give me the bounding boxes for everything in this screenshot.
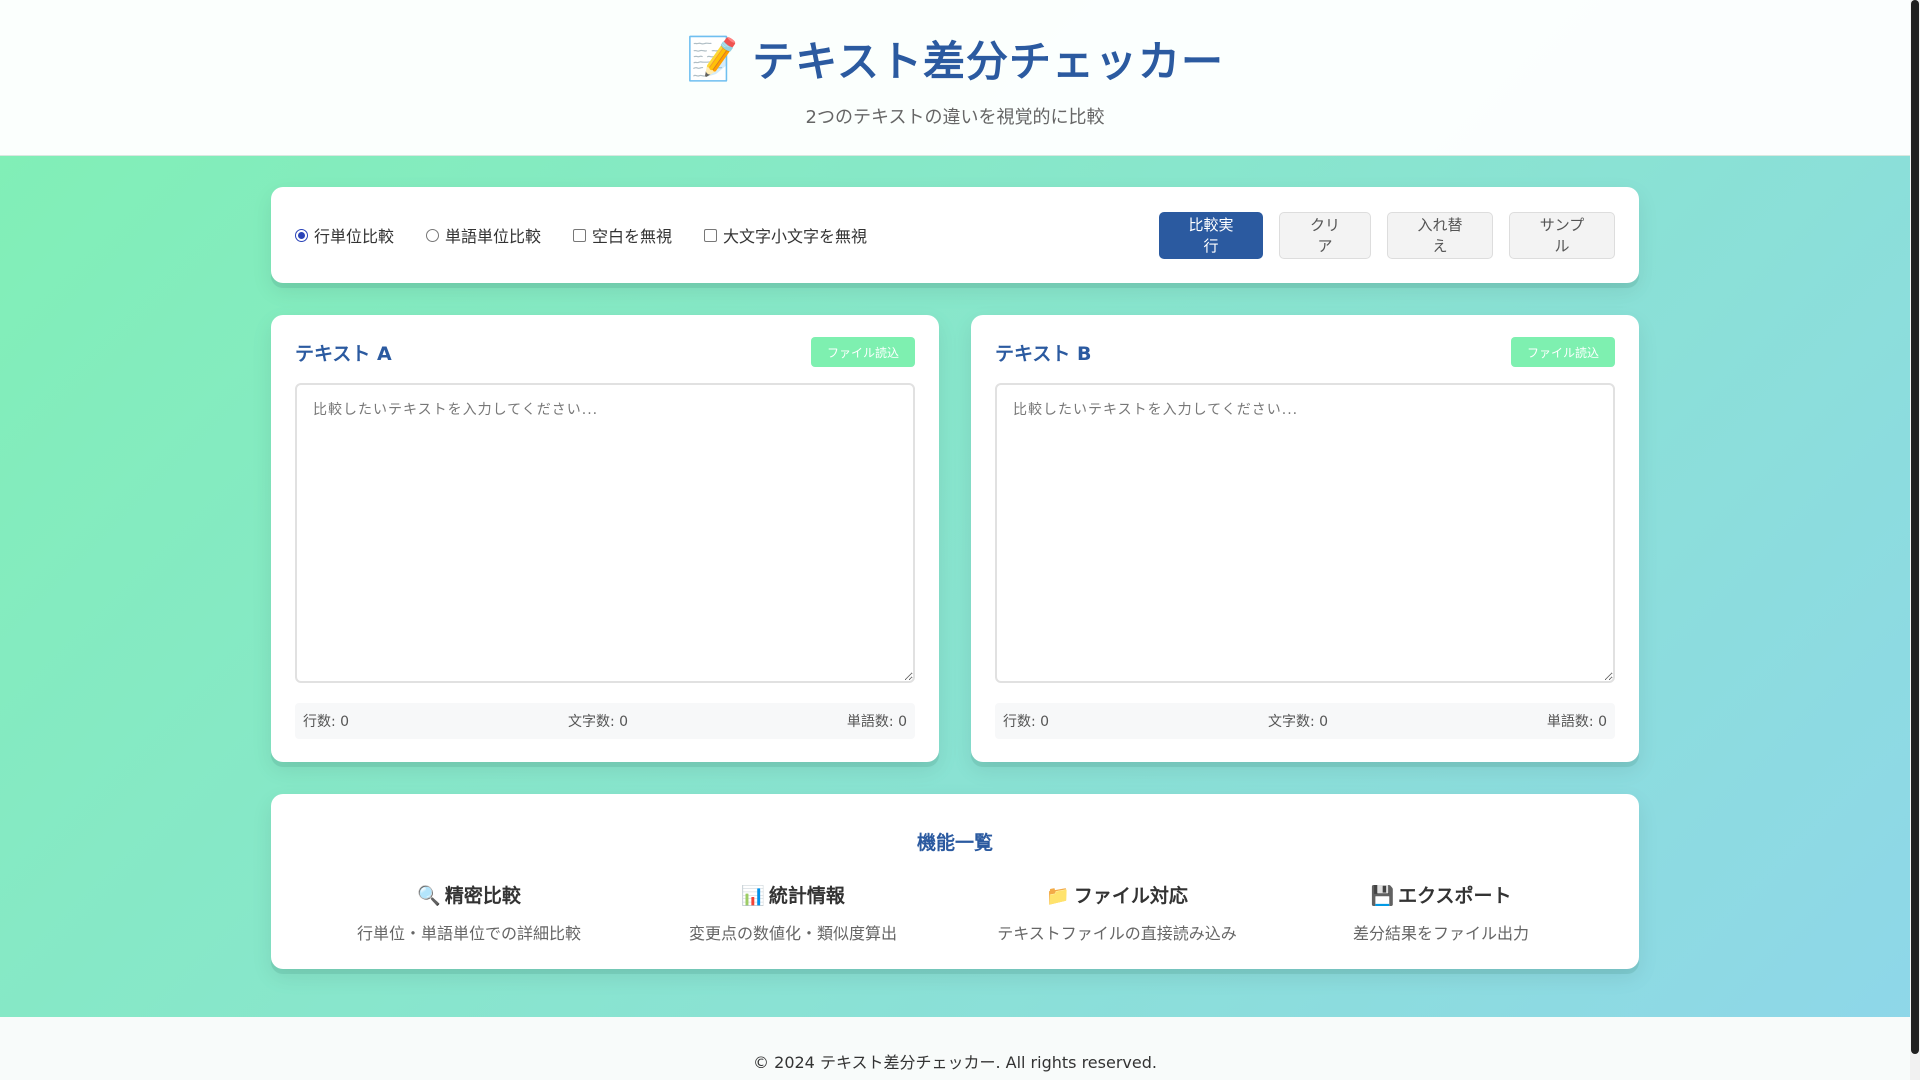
panel-header: テキスト B ファイル読込 xyxy=(995,337,1615,367)
features-section: 機能一覧 🔍 精密比較 行単位・単語単位での詳細比較 📊 統計情報 変更点の数値化・… xyxy=(271,794,1639,969)
magnifier-icon: 🔍 xyxy=(417,885,441,907)
clear-button[interactable]: クリア xyxy=(1279,211,1371,259)
line-count: 行数: 0 xyxy=(1003,714,1050,730)
feature-label: ファイル対応 xyxy=(1073,885,1188,907)
file-load-button-a[interactable]: ファイル読込 xyxy=(811,337,915,367)
site-footer: © 2024 テキスト差分チェッカー. All rights reserved. xyxy=(0,1017,1910,1080)
feature-description: テキストファイルの直接読み込み xyxy=(997,924,1237,943)
vertical-scrollbar[interactable] xyxy=(1910,0,1920,1080)
bar-chart-icon: 📊 xyxy=(741,885,765,907)
site-header: 📝 テキスト差分チェッカー 2つのテキストの違いを視覚的に比較 xyxy=(0,0,1910,156)
line-compare-radio[interactable] xyxy=(295,228,308,242)
text-input-a[interactable] xyxy=(295,383,915,683)
memo-icon: 📝 xyxy=(685,33,739,83)
swap-button[interactable]: 入れ替え xyxy=(1387,211,1493,259)
floppy-disk-icon: 💾 xyxy=(1370,885,1395,907)
feature-description: 差分結果をファイル出力 xyxy=(1352,924,1529,943)
folder-icon: 📁 xyxy=(1046,885,1070,907)
feature-label: 精密比較 xyxy=(444,885,521,907)
stats-bar-a: 行数: 0 文字数: 0 単語数: 0 xyxy=(295,703,915,739)
panel-title-a: テキスト A xyxy=(295,342,392,365)
text-panel-b: テキスト B ファイル読込 行数: 0 文字数: 0 単語数: 0 xyxy=(971,315,1639,762)
option-label: 空白を無視 xyxy=(592,227,673,246)
scrollbar-thumb[interactable] xyxy=(1911,0,1919,1054)
compare-button[interactable]: 比較実行 xyxy=(1159,211,1263,259)
stats-bar-b: 行数: 0 文字数: 0 単語数: 0 xyxy=(995,703,1615,739)
text-input-b[interactable] xyxy=(995,383,1615,683)
feature-label: エクスポート xyxy=(1398,885,1512,907)
ignore-whitespace-checkbox[interactable] xyxy=(573,228,587,242)
feature-item: 🔍 精密比較 行単位・単語単位での詳細比較 xyxy=(319,881,619,944)
title-row: 📝 テキスト差分チェッカー xyxy=(686,28,1224,89)
ignore-case-checkbox[interactable] xyxy=(704,228,718,242)
option-label: 単語単位比較 xyxy=(445,227,542,246)
feature-name: 🔍 精密比較 xyxy=(319,881,619,908)
text-panel-a: テキスト A ファイル読込 行数: 0 文字数: 0 単語数: 0 xyxy=(271,315,939,762)
feature-name: 📁 ファイル対応 xyxy=(967,881,1267,908)
feature-item: 💾 エクスポート 差分結果をファイル出力 xyxy=(1291,881,1591,944)
page-subtitle: 2つのテキストの違いを視覚的に比較 xyxy=(805,107,1105,128)
copyright-text: © 2024 テキスト差分チェッカー. All rights reserved. xyxy=(753,1053,1157,1072)
main-container: 行単位比較 単語単位比較 空白を無視 大文字小文字を無視 比較実行 クリア 入れ… xyxy=(271,187,1639,969)
option-ignore-case[interactable]: 大文字小文字を無視 xyxy=(704,223,867,247)
word-count: 単語数: 0 xyxy=(1546,714,1607,730)
feature-name: 📊 統計情報 xyxy=(643,881,943,908)
features-title: 機能一覧 xyxy=(916,832,993,854)
feature-description: 行単位・単語単位での詳細比較 xyxy=(356,924,581,943)
feature-item: 📊 統計情報 変更点の数値化・類似度算出 xyxy=(643,881,943,944)
page: 📝 テキスト差分チェッカー 2つのテキストの違いを視覚的に比較 行単位比較 単語… xyxy=(0,0,1910,1080)
compare-options: 行単位比較 単語単位比較 空白を無視 大文字小文字を無視 xyxy=(295,223,867,247)
feature-item: 📁 ファイル対応 テキストファイルの直接読み込み xyxy=(967,881,1267,944)
panel-header: テキスト A ファイル読込 xyxy=(295,337,915,367)
controls-bar: 行単位比較 単語単位比較 空白を無視 大文字小文字を無視 比較実行 クリア 入れ… xyxy=(271,187,1639,283)
feature-grid: 🔍 精密比較 行単位・単語単位での詳細比較 📊 統計情報 変更点の数値化・類似度算出… xyxy=(271,881,1639,944)
feature-name: 💾 エクスポート xyxy=(1291,881,1591,908)
option-ignore-whitespace[interactable]: 空白を無視 xyxy=(573,223,672,247)
option-label: 大文字小文字を無視 xyxy=(723,227,868,246)
char-count: 文字数: 0 xyxy=(1267,714,1329,730)
word-count: 単語数: 0 xyxy=(846,714,907,730)
option-line-compare[interactable]: 行単位比較 xyxy=(295,223,394,247)
page-title: テキスト差分チェッカー xyxy=(752,37,1225,86)
word-compare-radio[interactable] xyxy=(426,228,440,242)
feature-description: 変更点の数値化・類似度算出 xyxy=(688,924,897,943)
option-label: 行単位比較 xyxy=(314,227,395,246)
char-count: 文字数: 0 xyxy=(567,714,629,730)
file-load-button-b[interactable]: ファイル読込 xyxy=(1511,337,1615,367)
feature-label: 統計情報 xyxy=(768,885,845,907)
action-buttons: 比較実行 クリア 入れ替え サンプル xyxy=(1159,211,1615,259)
option-word-compare[interactable]: 単語単位比較 xyxy=(426,223,541,247)
panel-title-b: テキスト B xyxy=(995,342,1092,365)
line-count: 行数: 0 xyxy=(303,714,350,730)
text-panels: テキスト A ファイル読込 行数: 0 文字数: 0 単語数: 0 テキスト B… xyxy=(271,315,1639,762)
sample-button[interactable]: サンプル xyxy=(1509,211,1615,259)
